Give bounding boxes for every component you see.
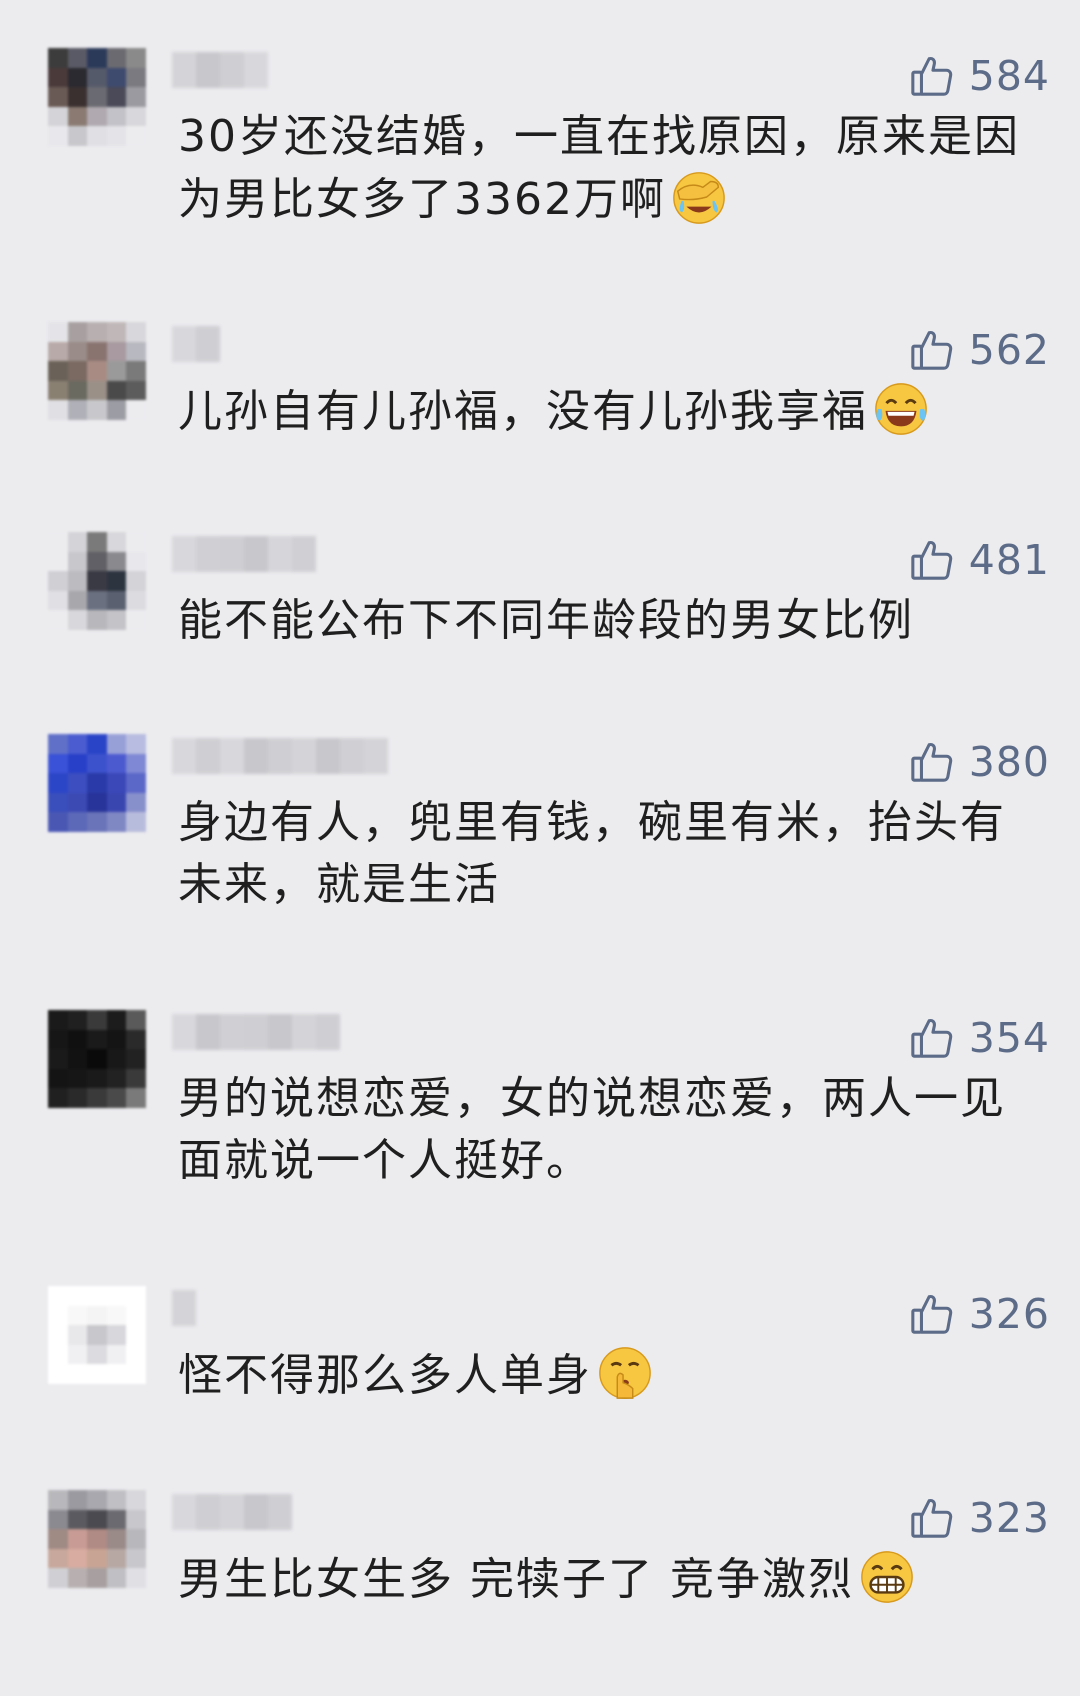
like-count: 481 <box>968 536 1050 584</box>
like-button[interactable]: 326 <box>909 1290 1050 1338</box>
thumbs-up-icon <box>911 540 952 580</box>
comment-text: 能不能公布下不同年龄段的男女比例 <box>178 595 914 646</box>
comment-text: 身边有人，兜里有钱，碗里有米，抬头有未来，就是生活 <box>178 797 1006 910</box>
facepalm-cry-emoji <box>673 172 725 224</box>
thumbs-up-icon <box>911 742 952 782</box>
like-button[interactable]: 584 <box>909 52 1050 100</box>
laughing-tears-emoji <box>875 383 927 435</box>
username[interactable] <box>172 326 220 362</box>
shushing-face-emoji <box>599 1347 651 1399</box>
comment-text: 男的说想恋爱，女的说想恋爱，两人一见面就说一个人挺好。 <box>178 1073 1006 1186</box>
like-button[interactable]: 354 <box>909 1014 1050 1062</box>
username[interactable] <box>172 1290 196 1326</box>
like-count: 380 <box>968 738 1050 786</box>
comment-list: 584 30岁还没结婚，一直在找原因，原来是因为男比女多了3362万啊 562 … <box>0 0 1080 1696</box>
comment-text: 男生比女生多 完犊子了 竞争激烈 <box>178 1548 1038 1611</box>
username[interactable] <box>172 536 316 572</box>
like-count: 326 <box>968 1290 1050 1338</box>
avatar[interactable] <box>48 734 146 832</box>
like-count: 354 <box>968 1014 1050 1062</box>
thumbs-up-icon <box>911 1018 952 1058</box>
username[interactable] <box>172 738 388 774</box>
thumbs-up-icon <box>911 56 952 96</box>
comment-text: 怪不得那么多人单身 <box>178 1344 1038 1407</box>
avatar[interactable] <box>48 532 146 630</box>
username[interactable] <box>172 52 268 88</box>
like-count: 584 <box>968 52 1050 100</box>
thumbs-up-icon <box>911 1498 952 1538</box>
thumbs-up-icon <box>911 1294 952 1334</box>
avatar[interactable] <box>48 322 146 420</box>
thumbs-up-icon <box>911 330 952 370</box>
username[interactable] <box>172 1014 340 1050</box>
like-count: 562 <box>968 326 1050 374</box>
comment-text: 30岁还没结婚，一直在找原因，原来是因为男比女多了3362万啊 <box>178 111 1020 225</box>
avatar[interactable] <box>48 1490 146 1588</box>
like-button[interactable]: 481 <box>909 536 1050 584</box>
avatar[interactable] <box>48 1010 146 1108</box>
like-button[interactable]: 562 <box>909 326 1050 374</box>
grinning-emoji <box>861 1551 913 1603</box>
avatar[interactable] <box>48 1286 146 1384</box>
comment-text: 儿孙自有儿孙福，没有儿孙我享福 <box>178 380 1038 443</box>
username[interactable] <box>172 1494 292 1530</box>
like-button[interactable]: 380 <box>909 738 1050 786</box>
avatar[interactable] <box>48 48 146 146</box>
like-button[interactable]: 323 <box>909 1494 1050 1542</box>
like-count: 323 <box>968 1494 1050 1542</box>
